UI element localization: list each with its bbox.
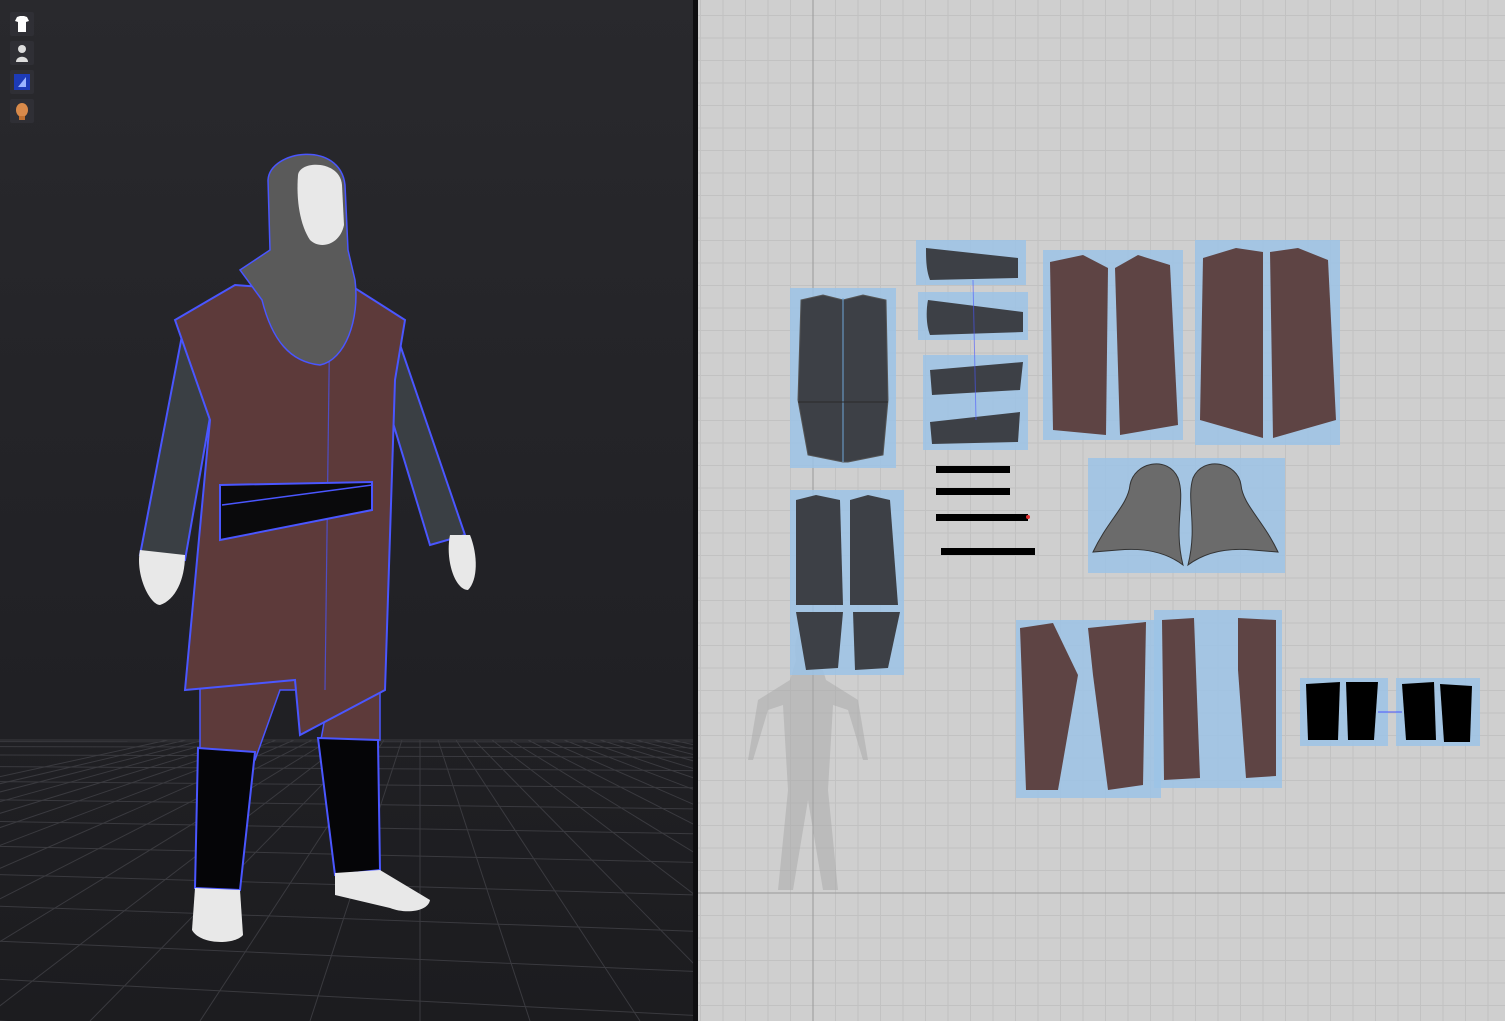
pattern-piece-belt-1 <box>936 466 1010 473</box>
pattern-piece-front-left <box>796 495 843 605</box>
left-shoe <box>192 888 243 942</box>
pattern-piece-boot-4 <box>1440 684 1472 742</box>
pattern-piece-tunic-back-left <box>1200 248 1263 438</box>
pattern-piece-boot-3 <box>1402 682 1436 740</box>
pattern-piece-tunic-back-right <box>1270 248 1336 438</box>
avatar-head-icon[interactable] <box>10 99 34 123</box>
left-hand <box>139 550 185 605</box>
pattern-piece-pants-back-left <box>1162 618 1200 780</box>
avatar-with-garment[interactable] <box>0 0 693 1021</box>
pattern-piece-front-right <box>850 495 898 605</box>
avatar-icon[interactable] <box>10 41 34 65</box>
right-boot <box>316 736 382 877</box>
pattern-piece-boot-1 <box>1306 682 1340 740</box>
2d-pattern-viewport[interactable] <box>698 0 1505 1021</box>
viewport-toolbar <box>10 12 34 123</box>
pattern-pieces[interactable] <box>698 0 1505 1021</box>
pattern-piece-tunic-front-left <box>1050 255 1108 435</box>
3d-viewport[interactable] <box>0 0 693 1021</box>
garment-icon[interactable] <box>10 12 34 36</box>
pattern-piece-belt-2 <box>936 488 1010 495</box>
texture-icon[interactable] <box>10 70 34 94</box>
left-boot <box>193 746 257 892</box>
pattern-piece-belt-3 <box>936 514 1028 521</box>
pattern-piece-belt-4 <box>941 548 1035 555</box>
right-shoe <box>335 870 430 912</box>
app-window <box>0 0 1505 1021</box>
right-hand <box>448 535 476 590</box>
pattern-piece-tunic-front-right <box>1115 255 1178 435</box>
pattern-piece-boot-2 <box>1346 682 1378 740</box>
